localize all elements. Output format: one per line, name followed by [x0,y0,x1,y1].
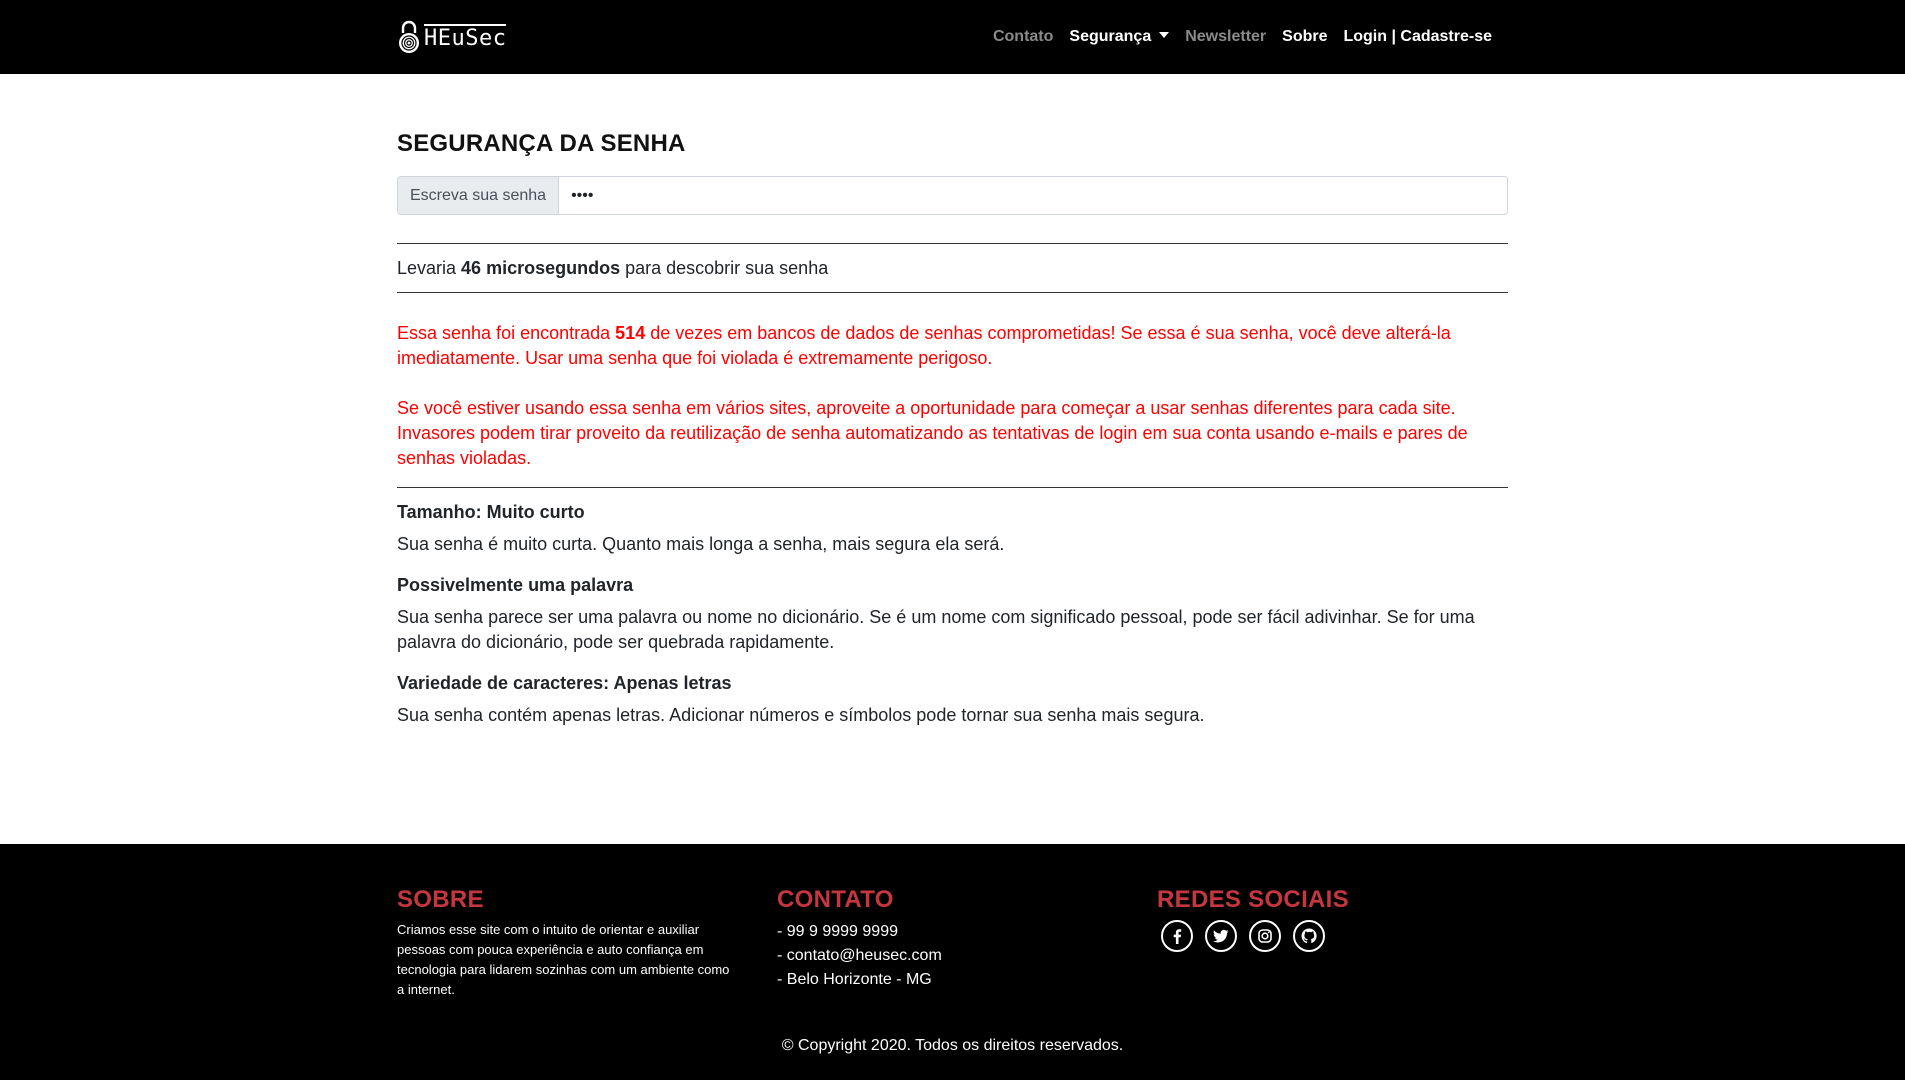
crack-time-value: 46 microsegundos [461,257,621,278]
footer-contact: CONTATO - 99 9 9999 9999 - contato@heuse… [777,886,942,992]
divider [397,487,1508,488]
feedback-title: Tamanho: Muito curto [397,502,585,522]
contact-email[interactable]: - contato@heusec.com [777,944,942,968]
footer-social-heading: REDES SOCIAIS [1157,886,1349,913]
footer-social: REDES SOCIAIS [1157,886,1349,952]
instagram-icon[interactable] [1249,920,1281,952]
footer-about: SOBRE Criamos esse site com o intuito de… [397,886,737,1000]
logo-text: HEuSec [424,24,507,51]
feedback-item: Variedade de caracteres: Apenas letras S… [397,673,1508,728]
feedback-text: Sua senha é muito curta. Quanto mais lon… [397,534,1005,554]
logo[interactable]: HEuSec [397,18,507,56]
feedback-title: Possivelmente uma palavra [397,575,634,595]
page-title: SEGURANÇA DA SENHA [397,130,686,157]
breach-count: 514 [615,323,646,343]
contact-location: - Belo Horizonte - MG [777,971,932,988]
feedback-text: Sua senha contém apenas letras. Adiciona… [397,705,1205,725]
feedback-item: Tamanho: Muito curto Sua senha é muito c… [397,502,1508,557]
copyright: © Copyright 2020. Todos os direitos rese… [781,1037,1124,1054]
nav-sobre[interactable]: Sobre [1274,28,1335,46]
caret-down-icon [1159,31,1170,38]
crack-time-prefix: Levaria [397,257,457,278]
crack-time-suffix: para descobrir sua senha [625,257,829,278]
feedback-list: Tamanho: Muito curto Sua senha é muito c… [397,502,1508,728]
nav-login[interactable]: Login | Cadastre-se [1335,28,1500,46]
navbar: HEuSec Contato Segurança Newsletter Sobr… [0,0,1905,74]
footer-about-text: Criamos esse site com o intuito de orien… [397,922,730,997]
breach-before: Essa senha foi encontrada [397,323,611,343]
github-icon[interactable] [1293,920,1325,952]
password-input-group: Escreva sua senha [397,176,1508,215]
main-content: SEGURANÇA DA SENHA Escreva sua senha Lev… [397,130,1508,746]
nav-seguranca-label: Segurança [1069,28,1152,45]
breach-warning: Essa senha foi encontrada 514 de vezes e… [397,321,1508,471]
social-icons [1161,920,1349,952]
feedback-title: Variedade de caracteres: Apenas letras [397,673,732,693]
contact-phone: - 99 9 9999 9999 [777,923,898,940]
feedback-text: Sua senha parece ser uma palavra ou nome… [397,607,1475,652]
nav-contato[interactable]: Contato [985,28,1061,46]
twitter-icon[interactable] [1205,920,1237,952]
nav-links: Contato Segurança Newsletter Sobre Login… [985,0,1500,74]
padlock-fingerprint-icon [399,20,419,53]
nav-seguranca-dropdown[interactable]: Segurança [1061,28,1177,46]
facebook-icon[interactable] [1161,920,1193,952]
footer: SOBRE Criamos esse site com o intuito de… [0,844,1905,1080]
footer-contact-heading: CONTATO [777,886,894,913]
breach-warning-p1: Essa senha foi encontrada 514 de vezes e… [397,321,1508,371]
breach-warning-p2: Se você estiver usando essa senha em vár… [397,398,1468,468]
crack-time-box: Levaria 46 microsegundos para descobrir … [397,243,1508,293]
footer-about-heading: SOBRE [397,886,484,913]
nav-newsletter[interactable]: Newsletter [1177,28,1274,46]
password-input-label: Escreva sua senha [398,177,560,214]
feedback-item: Possivelmente uma palavra Sua senha pare… [397,575,1508,655]
password-input[interactable] [559,177,1507,214]
